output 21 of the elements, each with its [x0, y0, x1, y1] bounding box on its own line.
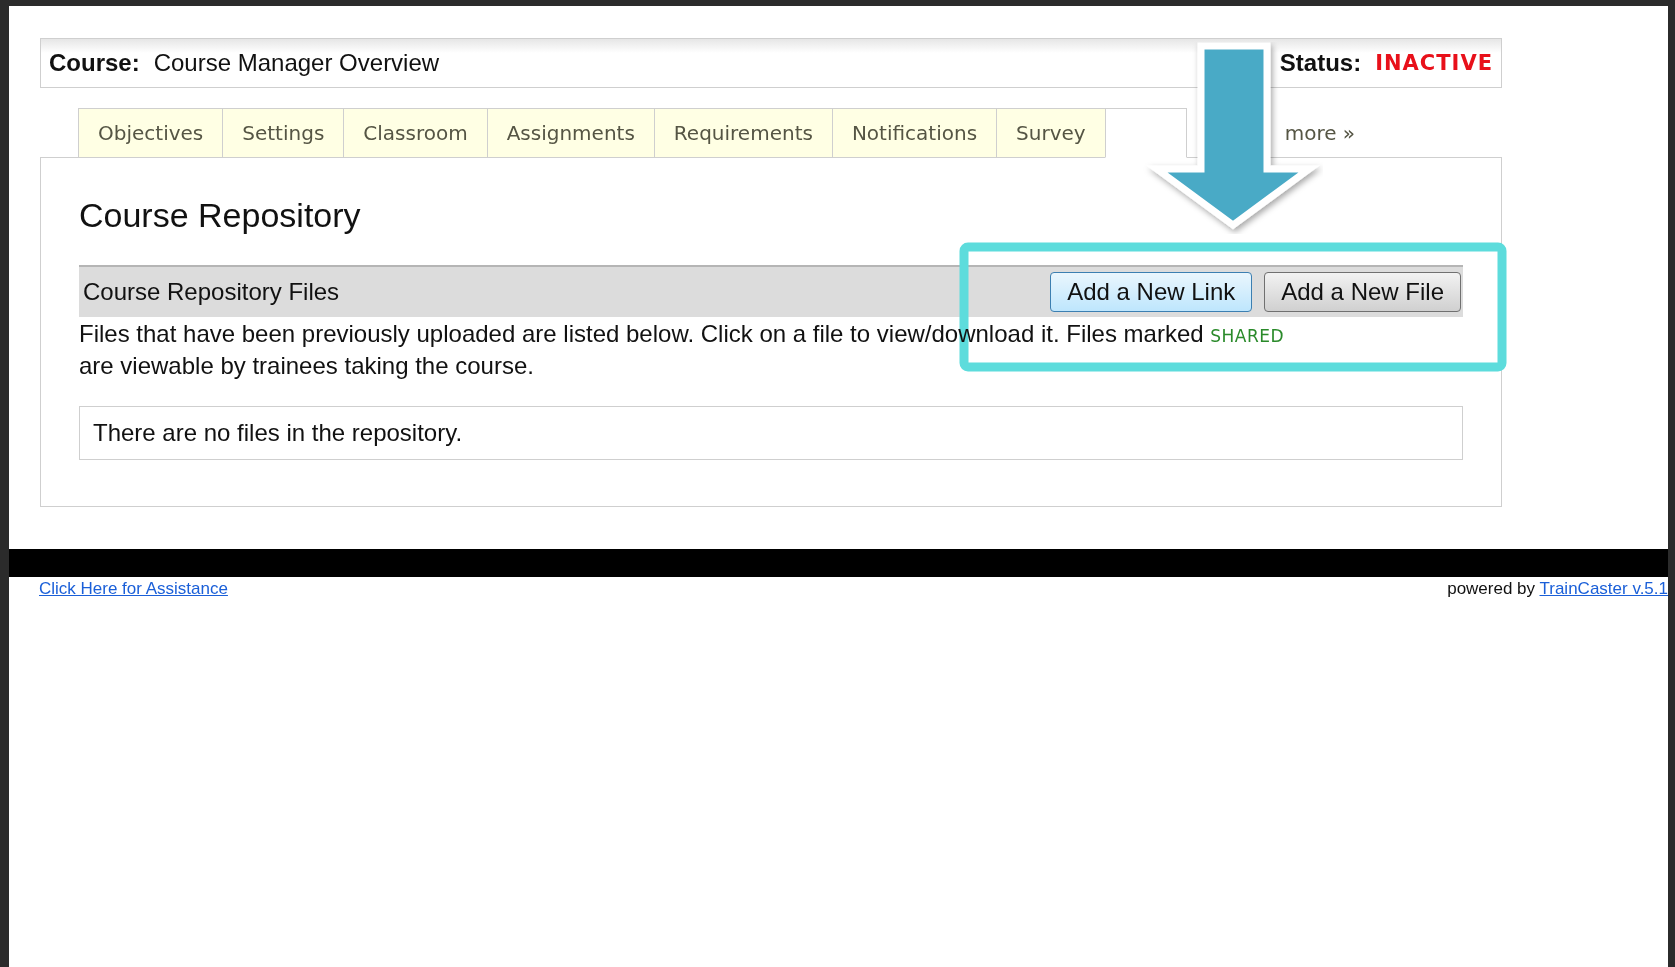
tab[interactable]: Survey — [996, 108, 1105, 158]
add-button[interactable]: Add a New File — [1264, 272, 1461, 312]
tab[interactable]: Settings — [222, 108, 344, 158]
status-label: Status: — [1279, 49, 1362, 77]
tab[interactable]: Notifications — [831, 108, 997, 158]
files-header-title: Course Repository Files — [83, 278, 340, 306]
tab[interactable]: Objectives — [78, 108, 223, 158]
status-value: INACTIVE — [1375, 51, 1493, 75]
empty-message: There are no files in the repository. — [79, 406, 1463, 460]
more-link[interactable]: more » — [1284, 120, 1356, 145]
course-label: Course: — [49, 49, 140, 77]
product-link[interactable]: TrainCaster v.5.1 — [1539, 579, 1668, 598]
tab[interactable]: Assignments — [486, 108, 654, 158]
add-button[interactable]: Add a New Link — [1050, 272, 1253, 312]
page-heading: Course Repository — [79, 196, 362, 235]
tab[interactable]: Classroom — [343, 108, 487, 158]
course-name: Course Manager Overview — [153, 49, 440, 77]
tab[interactable]: Requirements — [653, 108, 832, 158]
assistance-link[interactable]: Click Here for Assistance — [39, 579, 228, 599]
tab[interactable] — [1104, 108, 1187, 158]
powered-by-text: powered by — [1447, 579, 1537, 598]
